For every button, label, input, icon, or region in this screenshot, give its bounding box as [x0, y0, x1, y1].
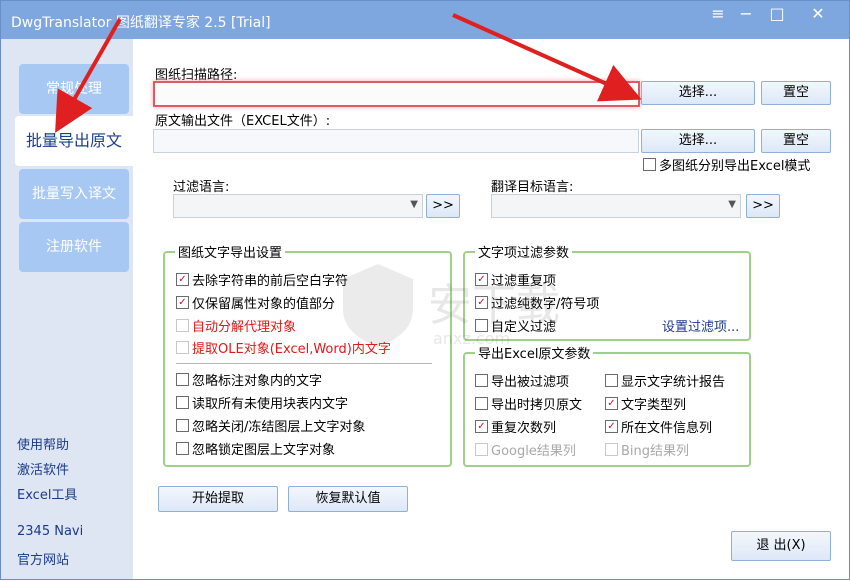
link-2345-navi[interactable]: 2345 Navi: [17, 524, 83, 539]
option-checkbox[interactable]: [176, 341, 189, 354]
option-checkbox[interactable]: [475, 443, 488, 456]
multi-export-label: 多图纸分别导出Excel模式: [659, 159, 811, 174]
filter-lang-expand-button[interactable]: >>: [426, 194, 460, 218]
option-label: 所在文件信息列: [621, 421, 713, 436]
filter-lang-label: 过滤语言:: [173, 180, 230, 195]
option-label: 文字类型列: [621, 398, 687, 413]
exit-button[interactable]: 退 出(X): [731, 531, 831, 561]
chevron-down-icon: ▼: [728, 199, 736, 210]
option-label: 自动分解代理对象: [192, 320, 297, 335]
link-activate[interactable]: 激活软件: [17, 459, 69, 478]
option-label: 忽略关闭/冻结图层上文字对象: [192, 420, 366, 435]
option-label: 仅保留属性对象的值部分: [192, 297, 336, 312]
chevron-down-icon: ▼: [410, 199, 418, 210]
target-lang-select[interactable]: ▼: [491, 194, 741, 218]
option-label: 重复次数列: [491, 421, 557, 436]
option-checkbox[interactable]: [176, 442, 189, 455]
watermark-text: 安下载: [428, 280, 560, 331]
main-panel: 图纸扫描路径: 选择... 置空 原文输出文件（EXCEL文件）: 选择... …: [133, 39, 849, 579]
option-label: 忽略标注对象内的文字: [192, 374, 323, 389]
target-lang-label: 翻译目标语言:: [491, 180, 574, 195]
window-title: DwgTranslator 图纸翻译专家 2.5 [Trial]: [11, 15, 271, 31]
option-checkbox[interactable]: ✓: [605, 397, 618, 410]
sidebar: 常规处理 批量导出原文 批量写入译文 注册软件 使用帮助 激活软件 Excel工…: [1, 39, 133, 579]
output-file-select-button[interactable]: 选择...: [641, 129, 755, 153]
option-checkbox[interactable]: [176, 396, 189, 409]
title-bar: DwgTranslator 图纸翻译专家 2.5 [Trial] ≡ − □ ✕: [1, 1, 849, 39]
export-settings-title: 图纸文字导出设置: [175, 242, 286, 261]
option-label: Google结果列: [491, 444, 576, 459]
output-file-label: 原文输出文件（EXCEL文件）:: [155, 114, 331, 129]
option-checkbox[interactable]: ✓: [475, 420, 488, 433]
option-label: 导出时拷贝原文: [491, 398, 583, 413]
nav-batch-export[interactable]: 批量导出原文: [15, 116, 133, 166]
option-checkbox[interactable]: [176, 319, 189, 332]
option-checkbox[interactable]: ✓: [176, 296, 189, 309]
option-label: 去除字符串的前后空白字符: [192, 274, 349, 289]
output-file-input[interactable]: [153, 129, 639, 153]
maximize-icon[interactable]: □: [762, 3, 792, 25]
option-checkbox[interactable]: [605, 443, 618, 456]
link-excel-tool[interactable]: Excel工具: [17, 484, 77, 503]
excel-params-group: 导出Excel原文参数 导出被过滤项 导出时拷贝原文 ✓ 重复次数列 Googl…: [463, 343, 751, 467]
scan-path-select-button[interactable]: 选择...: [641, 81, 755, 105]
watermark-logo: 安下载 anxz.com: [333, 249, 653, 369]
output-file-clear-button[interactable]: 置空: [761, 129, 831, 153]
scan-path-clear-button[interactable]: 置空: [761, 81, 831, 105]
multi-export-checkbox[interactable]: [643, 158, 656, 171]
option-checkbox[interactable]: [605, 374, 618, 387]
nav-batch-write[interactable]: 批量写入译文: [19, 169, 129, 219]
reset-defaults-button[interactable]: 恢复默认值: [288, 486, 408, 512]
set-filter-link[interactable]: 设置过滤项...: [662, 316, 739, 335]
option-checkbox[interactable]: ✓: [176, 273, 189, 286]
option-checkbox[interactable]: [475, 374, 488, 387]
link-official-site[interactable]: 官方网站: [17, 549, 69, 568]
option-label: 导出被过滤项: [491, 375, 570, 390]
nav-general[interactable]: 常规处理: [19, 64, 129, 114]
option-checkbox[interactable]: [176, 419, 189, 432]
option-checkbox[interactable]: ✓: [605, 420, 618, 433]
option-label: 读取所有未使用块表内文字: [192, 397, 349, 412]
menu-icon[interactable]: ≡: [703, 3, 733, 25]
watermark-sub: anxz.com: [433, 329, 511, 348]
option-checkbox[interactable]: [176, 373, 189, 386]
scan-path-input[interactable]: [153, 81, 640, 107]
nav-register[interactable]: 注册软件: [19, 222, 129, 272]
close-icon[interactable]: ✕: [803, 3, 833, 25]
link-help[interactable]: 使用帮助: [17, 434, 69, 453]
option-label: 忽略锁定图层上文字对象: [192, 443, 336, 458]
target-lang-expand-button[interactable]: >>: [746, 194, 780, 218]
option-checkbox[interactable]: [475, 397, 488, 410]
option-label: 显示文字统计报告: [621, 375, 726, 390]
minimize-icon[interactable]: −: [731, 3, 761, 25]
option-label: Bing结果列: [621, 444, 690, 459]
app-window: DwgTranslator 图纸翻译专家 2.5 [Trial] ≡ − □ ✕…: [0, 0, 850, 580]
filter-lang-select[interactable]: ▼: [173, 194, 423, 218]
start-extract-button[interactable]: 开始提取: [158, 486, 278, 512]
